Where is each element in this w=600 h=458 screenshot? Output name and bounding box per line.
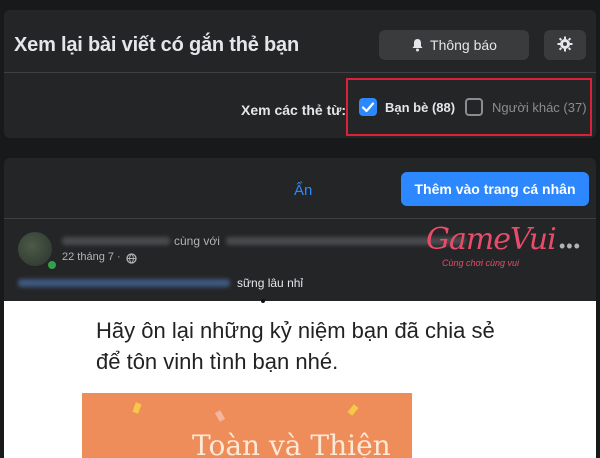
gamevui-watermark-logo: GameVui Cùng chơi cùng vui (404, 222, 574, 268)
online-status-dot (46, 259, 58, 271)
confetti-piece (132, 402, 142, 414)
tagged-post-card: Ẩn Thêm vào trang cá nhân cùng với 22 th… (4, 158, 596, 458)
gear-icon (557, 36, 573, 55)
post-author-line: cùng với (174, 234, 220, 248)
confetti-piece (347, 404, 359, 416)
watermark-brand: GameVui (426, 222, 557, 257)
tag-filter-label: Xem các thẻ từ: (241, 102, 347, 118)
post-caption: sững lâu nhỉ (237, 276, 304, 290)
friendship-card-graphic: Toàn và Thiện (82, 393, 412, 458)
confetti-piece (214, 410, 226, 422)
notifications-label: Thông báo (430, 37, 497, 53)
image-pointer-dot (261, 299, 265, 303)
page-title: Xem lại bài viết có gắn thẻ bạn (14, 34, 299, 56)
post-divider (4, 218, 596, 219)
blurred-caption (18, 279, 230, 287)
bell-icon (411, 38, 424, 52)
highlight-annotation-box (346, 78, 592, 136)
friend-names: Toàn và Thiện (192, 429, 391, 458)
hide-button[interactable]: Ẩn (294, 182, 312, 199)
globe-icon (126, 251, 137, 269)
header-divider (4, 72, 596, 73)
watermark-tagline: Cùng chơi cùng vui (442, 258, 519, 268)
tagged-review-header: Xem lại bài viết có gắn thẻ bạn Thông bá… (4, 10, 596, 138)
settings-button[interactable] (544, 30, 586, 60)
memory-prompt-text: Hãy ôn lại những kỷ niệm bạn đã chia sẻ … (96, 318, 495, 374)
blurred-name (62, 237, 170, 245)
post-image[interactable]: Hãy ôn lại những kỷ niệm bạn đã chia sẻ … (4, 299, 596, 458)
add-to-profile-button[interactable]: Thêm vào trang cá nhân (401, 172, 589, 206)
post-date[interactable]: 22 tháng 7 · (62, 251, 121, 263)
notifications-button[interactable]: Thông báo (379, 30, 529, 60)
